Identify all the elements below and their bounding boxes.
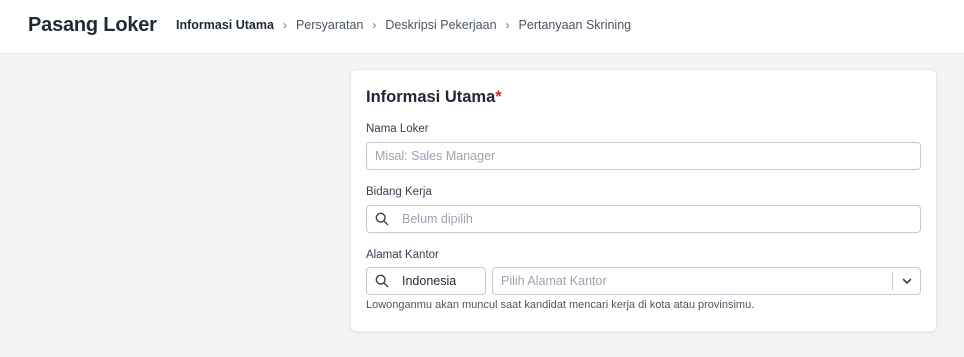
main-info-card: Informasi Utama* Nama Loker Bidang Kerja… (350, 69, 937, 332)
breadcrumb: Informasi Utama › Persyaratan › Deskrips… (176, 18, 631, 32)
chevron-right-icon: › (372, 18, 377, 32)
chevron-right-icon: › (282, 18, 287, 32)
country-value: Indonesia (402, 274, 457, 288)
job-name-label: Nama Loker (366, 123, 429, 135)
job-name-input[interactable] (366, 142, 921, 170)
dropdown-toggle[interactable] (892, 272, 920, 290)
field-label: Bidang Kerja (366, 186, 432, 198)
section-title-text: Informasi Utama (366, 88, 496, 106)
top-header: Pasang Loker Informasi Utama › Persyarat… (0, 0, 964, 54)
field-select[interactable]: Belum dipilih (366, 205, 921, 233)
section-title: Informasi Utama* (366, 88, 502, 107)
breadcrumb-step-informasi-utama[interactable]: Informasi Utama (176, 18, 274, 32)
breadcrumb-step-deskripsi-pekerjaan[interactable]: Deskripsi Pekerjaan (385, 18, 496, 32)
address-label: Alamat Kantor (366, 249, 439, 261)
office-address-select[interactable]: Pilih Alamat Kantor (492, 267, 921, 295)
office-address-placeholder: Pilih Alamat Kantor (501, 274, 607, 288)
required-asterisk: * (495, 88, 502, 106)
country-select[interactable]: Indonesia (366, 267, 486, 295)
search-icon (375, 212, 389, 226)
chevron-right-icon: › (505, 18, 510, 32)
search-icon (375, 274, 389, 288)
address-hint: Lowonganmu akan muncul saat kandidat men… (366, 299, 755, 311)
field-placeholder: Belum dipilih (402, 212, 473, 226)
page-title: Pasang Loker (28, 14, 157, 36)
breadcrumb-step-pertanyaan-skrining[interactable]: Pertanyaan Skrining (519, 18, 632, 32)
chevron-down-icon (902, 278, 911, 284)
breadcrumb-step-persyaratan[interactable]: Persyaratan (296, 18, 363, 32)
